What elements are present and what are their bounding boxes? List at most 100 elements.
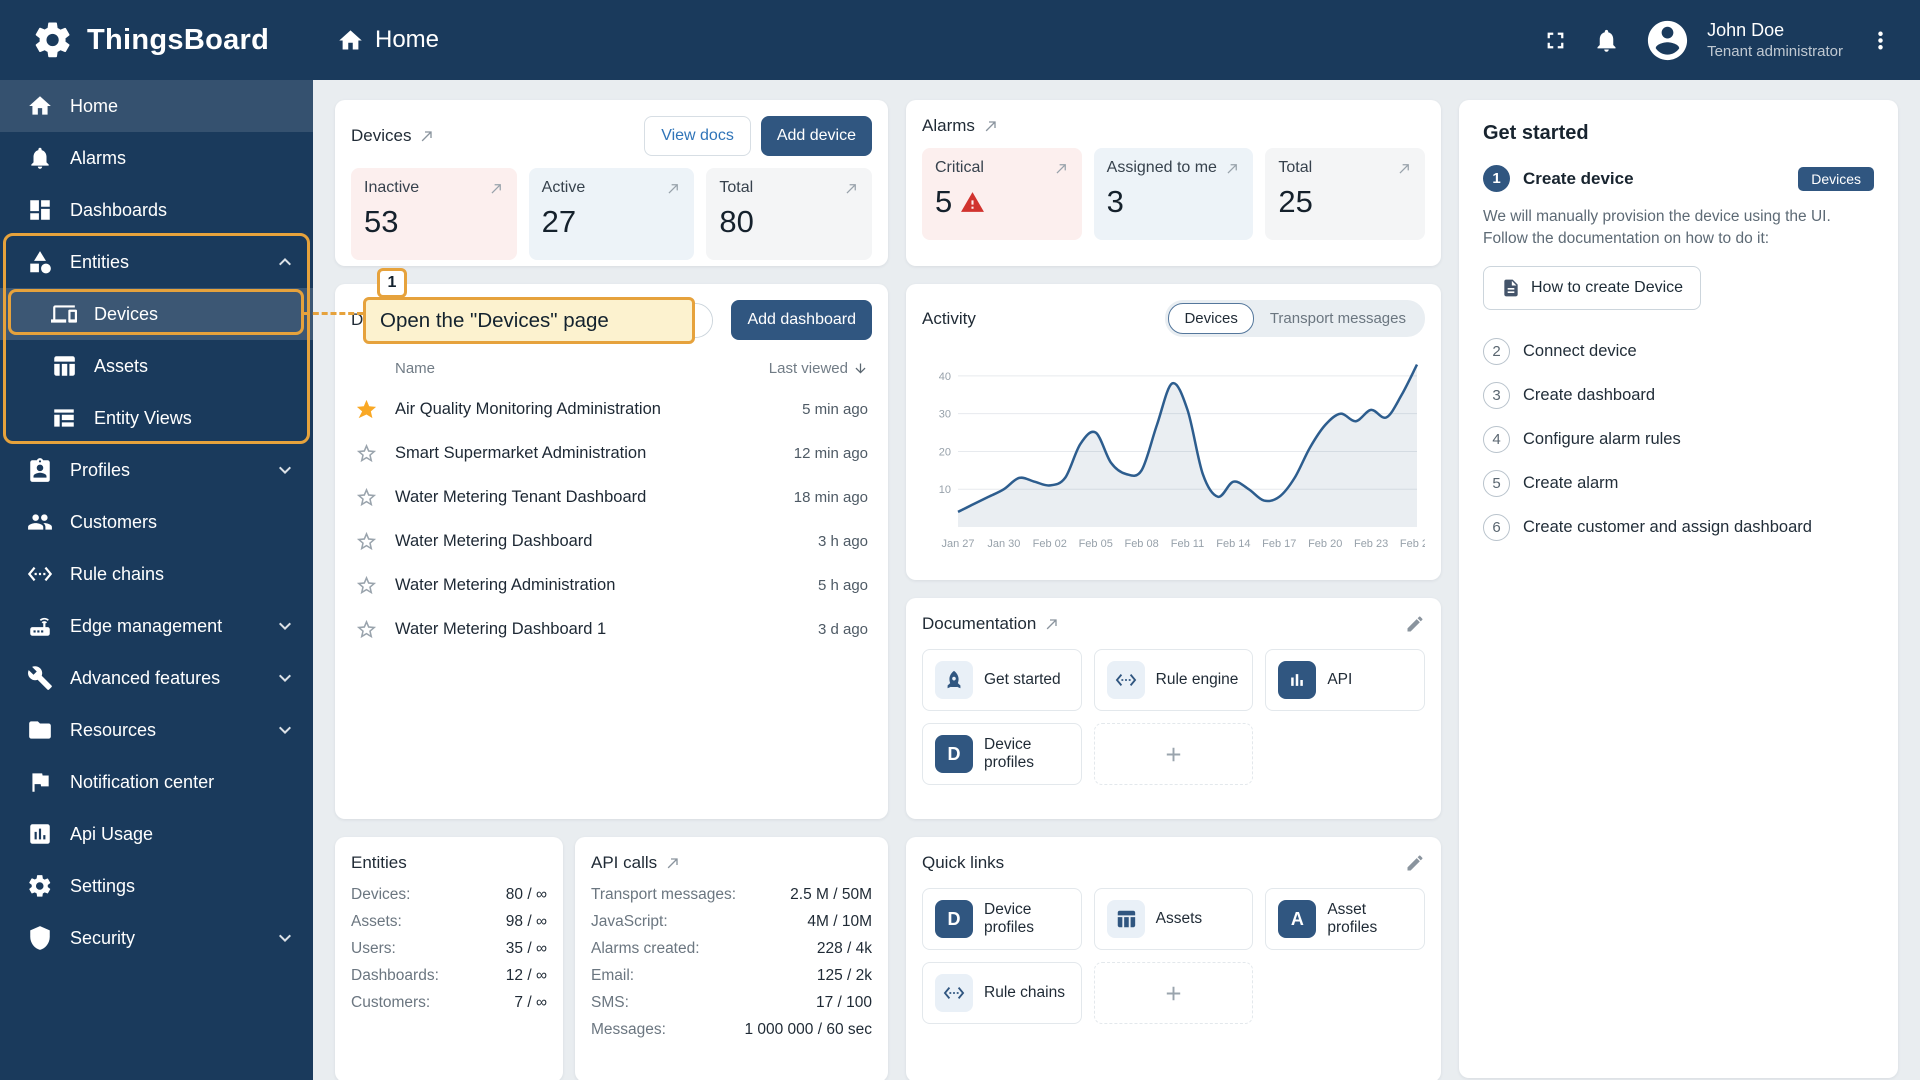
annotation-text: Open the "Devices" page — [380, 308, 609, 332]
star-outline-icon[interactable] — [355, 574, 381, 597]
add-tile-button[interactable] — [1093, 962, 1254, 1024]
dashboard-row[interactable]: Water Metering Administration 5 h ago — [351, 563, 872, 607]
svg-text:Feb 08: Feb 08 — [1124, 538, 1158, 550]
sidebar-item-dashboards[interactable]: Dashboards — [0, 184, 313, 236]
tile-api[interactable]: API — [1265, 649, 1425, 711]
stat-tile-critical[interactable]: Critical 5 — [922, 148, 1082, 240]
sidebar-item-label: Settings — [70, 875, 136, 896]
tile-assets[interactable]: Assets — [1093, 888, 1254, 950]
star-outline-icon[interactable] — [355, 486, 381, 509]
getstarted-step-1[interactable]: 1 Create device Devices We will manually pr… — [1483, 165, 1874, 310]
sidebar-item-rule-chains[interactable]: Rule chains — [0, 548, 313, 600]
thingsboard-logo[interactable]: ThingsBoard — [0, 19, 313, 61]
toggle-devices[interactable]: Devices — [1168, 303, 1254, 334]
column-last-viewed-label: Last viewed — [768, 360, 848, 377]
view-docs-button[interactable]: View docs — [644, 116, 751, 156]
stat-value: 27 — [541, 204, 577, 239]
dashboard-name[interactable]: Smart Supermarket Administration — [395, 444, 646, 463]
edit-documentation-button[interactable] — [1405, 614, 1425, 634]
main-content: Devices View docs Add device Inactive 53 A… — [313, 80, 1920, 1080]
dashboard-name[interactable]: Water Metering Dashboard 1 — [395, 620, 606, 639]
star-outline-icon[interactable] — [355, 618, 381, 641]
sidebar-item-api-usage[interactable]: Api Usage — [0, 808, 313, 860]
tile-label: API — [1327, 671, 1353, 688]
tile-device-profiles[interactable]: D Device profiles — [922, 723, 1082, 785]
dashboard-name[interactable]: Water Metering Tenant Dashboard — [395, 488, 646, 507]
stat-tile-assigned-to-me[interactable]: Assigned to me 3 — [1093, 148, 1254, 240]
tile-asset-profiles[interactable]: A Asset profiles — [1265, 888, 1425, 950]
getstarted-step-2[interactable]: 2 Connect device — [1483, 337, 1874, 365]
usage-row: Alarms created: 228 / 4k — [591, 940, 872, 958]
rule-chains-icon — [935, 974, 973, 1012]
column-name[interactable]: Name — [395, 360, 435, 377]
letter-glyph: D — [947, 743, 961, 764]
sidebar-item-alarms[interactable]: Alarms — [0, 132, 313, 184]
sidebar-item-home[interactable]: Home — [0, 80, 313, 132]
stat-tile-total[interactable]: Total 80 — [706, 168, 873, 260]
sidebar-item-notification-center[interactable]: Notification center — [0, 756, 313, 808]
how-to-create-device-button[interactable]: How to create Device — [1483, 265, 1702, 310]
usage-value: 80 / ∞ — [505, 886, 547, 903]
toggle-transport-messages[interactable]: Transport messages — [1254, 303, 1422, 334]
sidebar-item-edge-management[interactable]: Edge management — [0, 600, 313, 652]
sidebar-item-profiles[interactable]: Profiles — [0, 444, 313, 496]
edit-quick-links-button[interactable] — [1405, 853, 1425, 873]
sidebar-item-resources[interactable]: Resources — [0, 704, 313, 756]
usage-value: 2.5 M / 50M — [790, 886, 872, 903]
open-devices-icon[interactable] — [419, 128, 435, 144]
arrow-ne-icon — [668, 184, 679, 194]
getstarted-step-3[interactable]: 3 Create dashboard — [1483, 381, 1874, 409]
activity-chart-svg: 10 20 30 40 Jan 27 Jan 30 Feb 02 Feb 05 Feb 08 Fe… — [939, 364, 1425, 550]
stat-tile-total[interactable]: Total 25 — [1265, 148, 1426, 240]
notifications-button[interactable] — [1593, 27, 1620, 54]
star-outline-icon[interactable] — [355, 442, 381, 465]
sidebar-item-settings[interactable]: Settings — [0, 860, 313, 912]
stat-value: 5 — [935, 184, 1069, 220]
tile-get-started[interactable]: Get started — [922, 649, 1082, 711]
more-menu-button[interactable] — [1867, 27, 1894, 54]
user-name: John Doe — [1707, 19, 1785, 40]
dashboard-row[interactable]: Water Metering Dashboard 3 h ago — [351, 519, 872, 563]
dashboard-name[interactable]: Water Metering Administration — [395, 576, 615, 595]
dashboard-row[interactable]: Smart Supermarket Administration 12 min a… — [351, 431, 872, 475]
star-outline-icon[interactable] — [355, 530, 381, 553]
add-device-button[interactable]: Add device — [760, 116, 872, 156]
usage-label: Users: — [351, 940, 396, 957]
letter-glyph: D — [947, 908, 961, 929]
dashboard-row[interactable]: Water Metering Dashboard 1 3 d ago — [351, 607, 872, 651]
sidebar-item-customers[interactable]: Customers — [0, 496, 313, 548]
add-tile-button[interactable] — [1093, 723, 1254, 785]
open-alarms-icon[interactable] — [983, 118, 999, 134]
star-filled-icon[interactable] — [355, 398, 381, 421]
avatar[interactable] — [1644, 17, 1691, 64]
sidebar-item-advanced-features[interactable]: Advanced features — [0, 652, 313, 704]
advanced-icon — [28, 666, 52, 690]
sidebar-item-security[interactable]: Security — [0, 912, 313, 964]
arrow-ne-icon — [1399, 164, 1409, 174]
activity-toggle: Devices Transport messages — [1165, 300, 1425, 337]
usage-label: Assets: — [351, 913, 402, 930]
dashboard-row[interactable]: Water Metering Tenant Dashboard 18 min ag… — [351, 475, 872, 519]
tile-rule-engine[interactable]: Rule engine — [1093, 649, 1254, 711]
open-api-usage-icon[interactable] — [665, 855, 681, 871]
fullscreen-button[interactable] — [1542, 27, 1569, 54]
plus-icon — [1166, 986, 1181, 1000]
getstarted-step-4[interactable]: 4 Configure alarm rules — [1483, 425, 1874, 453]
dashboard-name[interactable]: Air Quality Monitoring Administration — [395, 400, 661, 419]
sidebar-item-label: Security — [70, 927, 136, 948]
dashboard-row[interactable]: Air Quality Monitoring Administration 5 m… — [351, 387, 872, 431]
open-documentation-icon[interactable] — [1044, 616, 1060, 632]
tile-rule-chains[interactable]: Rule chains — [922, 962, 1082, 1024]
stat-tile-active[interactable]: Active 27 — [528, 168, 695, 260]
activity-chart: 10 20 30 40 Jan 27 Jan 30 Feb 02 Feb 05 Feb 08 Fe… — [922, 345, 1425, 555]
add-dashboard-button[interactable]: Add dashboard — [731, 300, 872, 340]
getstarted-step-5[interactable]: 5 Create alarm — [1483, 469, 1874, 497]
dashboard-name[interactable]: Water Metering Dashboard — [395, 532, 592, 551]
usage-value: 7 / ∞ — [514, 994, 547, 1011]
column-last-viewed[interactable]: Last viewed — [769, 360, 868, 377]
getstarted-step-6[interactable]: 6 Create customer and assign dashboard — [1483, 513, 1874, 541]
stat-tile-inactive[interactable]: Inactive 53 — [351, 168, 517, 260]
sidebar-item-label: Alarms — [70, 147, 127, 168]
tile-device-profiles[interactable]: D Device profiles — [922, 888, 1082, 950]
thingsboard-logo-icon — [32, 19, 74, 61]
